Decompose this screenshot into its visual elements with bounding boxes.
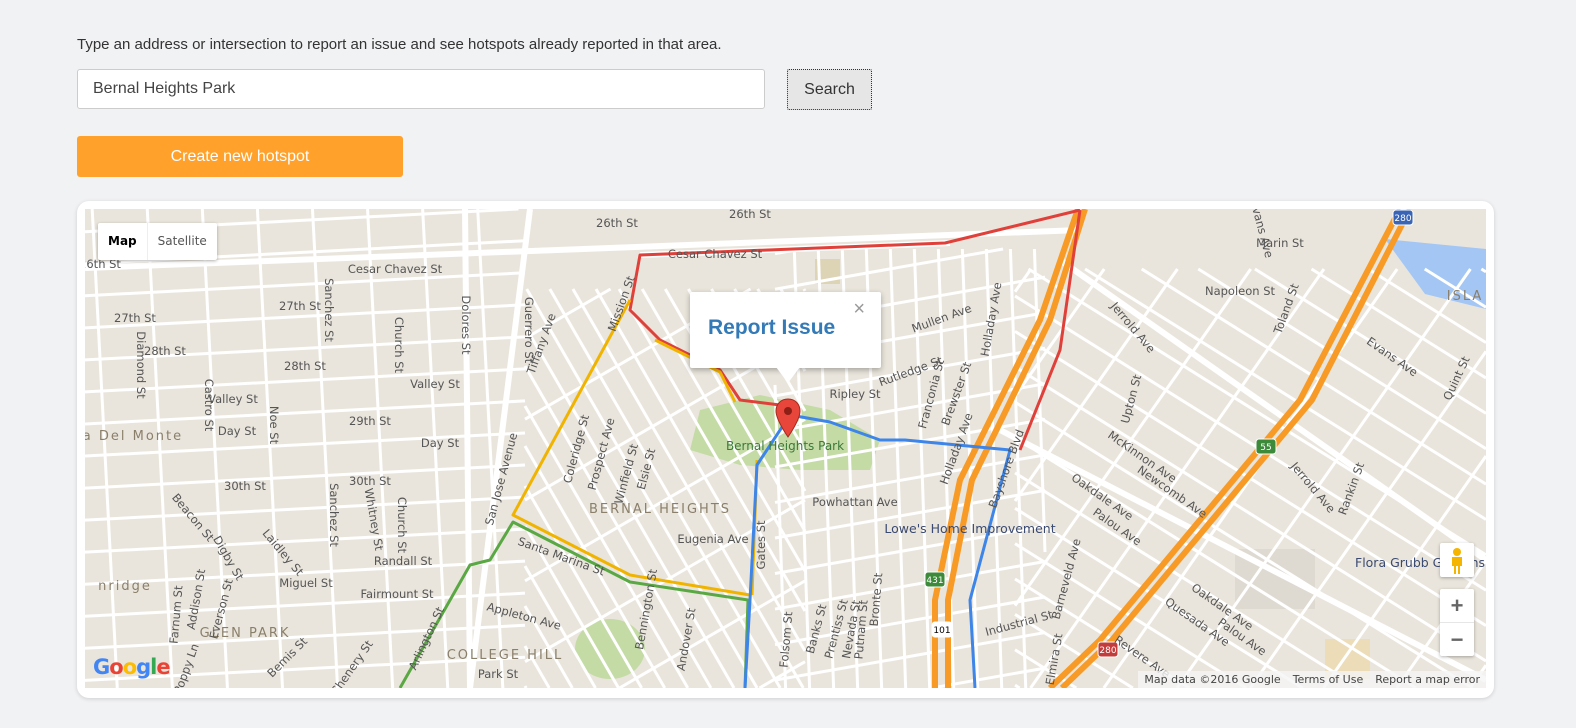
street bbox=[1014, 294, 1486, 592]
highway-shield-label: 280 bbox=[1394, 214, 1411, 224]
street-label: Laidley St bbox=[260, 526, 307, 579]
street bbox=[523, 685, 528, 688]
street-label: Day St bbox=[421, 436, 460, 450]
street-label: Day St bbox=[218, 424, 257, 438]
street-label: BERNAL HEIGHTS bbox=[589, 502, 731, 517]
highway-shield-label: 431 bbox=[926, 576, 943, 586]
street-label: Cesar Chavez St bbox=[348, 262, 443, 276]
street-label: 27th St bbox=[114, 311, 156, 325]
report-issue-link[interactable]: Report Issue bbox=[708, 316, 835, 340]
map-pin-icon[interactable] bbox=[775, 398, 801, 438]
street-label: 27th St bbox=[279, 299, 321, 313]
street bbox=[85, 463, 526, 490]
street-label: Ripley St bbox=[829, 387, 881, 401]
zoom-in-button[interactable]: + bbox=[1440, 589, 1474, 623]
street-label: Valley St bbox=[410, 377, 460, 391]
street-label: Dolores St bbox=[459, 295, 473, 355]
map-attribution: Map data ©2016 Google Terms of Use Repor… bbox=[1138, 671, 1486, 688]
street-view-pegman-icon[interactable] bbox=[1440, 543, 1474, 577]
street-label: Evans Ave bbox=[1364, 334, 1420, 379]
street-label: ISLA bbox=[1447, 289, 1484, 304]
map-type-control: Map Satellite bbox=[98, 223, 217, 260]
street-label: Randall St bbox=[374, 554, 433, 568]
street-label: Rankin St bbox=[1335, 460, 1367, 517]
street-label: Fairmount St bbox=[360, 587, 434, 601]
street-label: Church St bbox=[392, 317, 406, 374]
create-hotspot-button[interactable]: Create new hotspot bbox=[77, 136, 403, 177]
map-data-text: Map data ©2016 Google bbox=[1144, 673, 1281, 686]
street-label: 29th St bbox=[349, 414, 391, 428]
instructions-text: Type an address or intersection to repor… bbox=[77, 36, 722, 53]
highway-shield-label: 55 bbox=[1260, 443, 1271, 453]
street-label: Beacon St bbox=[169, 491, 217, 545]
street-label: Gates St bbox=[754, 520, 768, 569]
street bbox=[85, 399, 526, 426]
report-issue-popup: Report Issue × bbox=[690, 292, 881, 383]
map-canvas[interactable]: 5543110128028026th St26th St26th StCesar… bbox=[85, 209, 1486, 688]
google-logo: Google bbox=[93, 655, 171, 679]
street-label: 26th St bbox=[729, 209, 771, 221]
close-icon[interactable]: × bbox=[853, 298, 865, 321]
terms-of-use-link[interactable]: Terms of Use bbox=[1287, 671, 1370, 688]
zoom-control: + − bbox=[1440, 589, 1474, 656]
street-label: Winfield St bbox=[611, 442, 641, 506]
street-label: 28th St bbox=[144, 344, 186, 358]
street-label: Bronte St bbox=[867, 572, 886, 627]
street-label: sta Del Monte bbox=[85, 429, 183, 444]
street bbox=[255, 209, 285, 688]
street-label: Powhattan Ave bbox=[812, 495, 897, 509]
street bbox=[1014, 683, 1021, 688]
map-type-satellite-button[interactable]: Satellite bbox=[148, 223, 217, 260]
street bbox=[774, 559, 1046, 611]
zoom-out-button[interactable]: − bbox=[1440, 623, 1474, 656]
street-label: 30th St bbox=[349, 474, 391, 488]
street-label: Bennington St bbox=[632, 567, 660, 650]
street-label: Church St bbox=[395, 497, 409, 554]
street-label: Cesar Chavez St bbox=[668, 247, 763, 261]
address-search-input[interactable] bbox=[77, 69, 765, 109]
street bbox=[85, 527, 526, 554]
street bbox=[912, 248, 932, 688]
highway-shield-label: 101 bbox=[933, 626, 950, 636]
street-label: COLLEGE HILL bbox=[447, 648, 564, 663]
street-label: Mission St bbox=[605, 273, 638, 333]
street-label: Eugenia Ave bbox=[677, 532, 748, 546]
street-label: Miguel St bbox=[279, 576, 333, 590]
highway-shield-label: 280 bbox=[1099, 646, 1116, 656]
street-label: Noe St bbox=[267, 406, 281, 445]
street-label: Diamond St bbox=[134, 331, 148, 399]
street bbox=[85, 591, 526, 618]
street-label: Bernal Heights Park bbox=[726, 439, 844, 453]
search-button[interactable]: Search bbox=[787, 69, 872, 110]
map[interactable]: 5543110128028026th St26th St26th StCesar… bbox=[85, 209, 1486, 688]
street bbox=[802, 288, 807, 292]
street-label: Lowe's Home Improvement bbox=[884, 521, 1055, 536]
street-label: 30th St bbox=[224, 479, 266, 493]
street-label: Park St bbox=[478, 667, 519, 681]
street-label: Addison St bbox=[184, 567, 209, 630]
street-label: 28th St bbox=[284, 359, 326, 373]
street-label: Farnum St bbox=[166, 584, 185, 644]
street bbox=[85, 495, 526, 522]
street-label: Evans Ave bbox=[1247, 209, 1276, 259]
street-label: Folsom St bbox=[777, 611, 796, 669]
map-type-map-button[interactable]: Map bbox=[98, 223, 148, 260]
report-map-error-link[interactable]: Report a map error bbox=[1369, 671, 1486, 688]
street-label: Sanchez St bbox=[327, 483, 341, 547]
major-road bbox=[462, 209, 473, 688]
street-label: Sanchez St bbox=[322, 278, 336, 342]
street-label: nridge bbox=[98, 579, 152, 594]
street-label: 26th St bbox=[596, 216, 638, 230]
map-container: 5543110128028026th St26th St26th StCesar… bbox=[77, 201, 1494, 698]
street-label: Castro St bbox=[202, 379, 216, 432]
street-label: Poppy Ln bbox=[171, 642, 202, 688]
street-label: Napoleon St bbox=[1205, 284, 1276, 298]
